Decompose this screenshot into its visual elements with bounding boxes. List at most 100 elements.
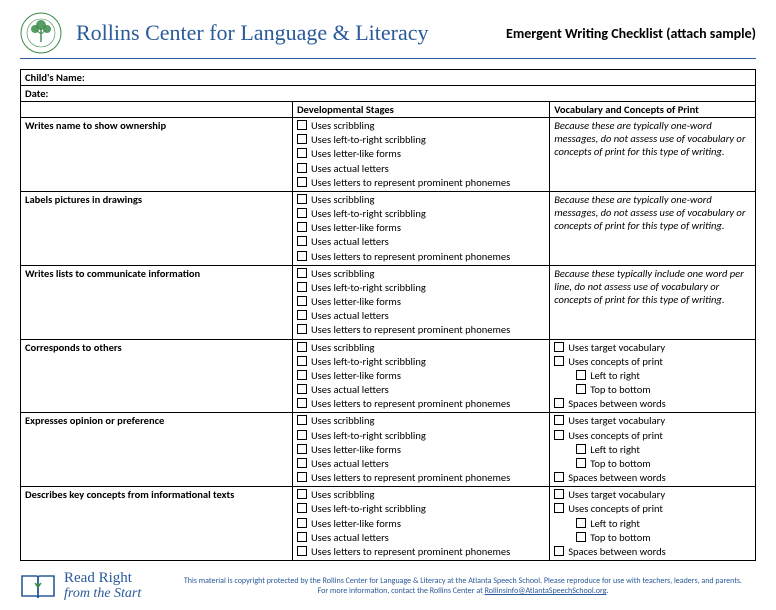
checkbox-option[interactable]: Uses letter-like forms [297, 221, 545, 235]
checkbox-option[interactable]: Top to bottom [554, 531, 751, 545]
checkbox-icon[interactable] [297, 415, 307, 425]
checkbox-icon[interactable] [554, 398, 564, 408]
checkbox-icon[interactable] [297, 120, 307, 130]
checkbox-icon[interactable] [576, 444, 586, 454]
checkbox-icon[interactable] [576, 370, 586, 380]
checkbox-option[interactable]: Left to right [554, 369, 751, 383]
checkbox-icon[interactable] [554, 415, 564, 425]
checkbox-option[interactable]: Uses letters to represent prominent phon… [297, 471, 545, 485]
checkbox-icon[interactable] [297, 208, 307, 218]
checkbox-icon[interactable] [297, 222, 307, 232]
checkbox-icon[interactable] [297, 356, 307, 366]
checkbox-option[interactable]: Uses scribbling [297, 119, 545, 133]
checkbox-icon[interactable] [554, 546, 564, 556]
checkbox-option[interactable]: Uses letter-like forms [297, 369, 545, 383]
checkbox-option[interactable]: Left to right [554, 517, 751, 531]
checkbox-option[interactable]: Uses left-to-right scribbling [297, 502, 545, 516]
checkbox-icon[interactable] [297, 472, 307, 482]
checkbox-option[interactable]: Uses actual letters [297, 162, 545, 176]
checkbox-icon[interactable] [297, 148, 307, 158]
child-name-label[interactable]: Child's Name: [21, 70, 756, 86]
checkbox-icon[interactable] [297, 134, 307, 144]
checkbox-option[interactable]: Uses actual letters [297, 531, 545, 545]
checkbox-option[interactable]: Uses left-to-right scribbling [297, 281, 545, 295]
checkbox-option[interactable]: Uses concepts of print [554, 502, 751, 516]
checkbox-option[interactable]: Uses actual letters [297, 383, 545, 397]
checkbox-option[interactable]: Uses scribbling [297, 488, 545, 502]
checkbox-icon[interactable] [297, 532, 307, 542]
checkbox-option[interactable]: Top to bottom [554, 457, 751, 471]
checkbox-icon[interactable] [297, 310, 307, 320]
checkbox-option[interactable]: Top to bottom [554, 383, 751, 397]
date-label[interactable]: Date: [21, 86, 756, 102]
checkbox-icon[interactable] [297, 398, 307, 408]
row-label: Writes name to show ownership [21, 118, 293, 192]
checkbox-option[interactable]: Left to right [554, 443, 751, 457]
checkbox-icon[interactable] [554, 430, 564, 440]
dev-stages-cell: Uses scribblingUses left-to-right scribb… [292, 191, 549, 265]
checkbox-icon[interactable] [297, 546, 307, 556]
checkbox-option[interactable]: Uses letters to represent prominent phon… [297, 397, 545, 411]
checkbox-option[interactable]: Uses letter-like forms [297, 147, 545, 161]
checkbox-icon[interactable] [297, 430, 307, 440]
footer-brand-top: Read Right [64, 571, 141, 586]
checkbox-icon[interactable] [297, 251, 307, 261]
checkbox-icon[interactable] [297, 163, 307, 173]
document-title: Emergent Writing Checklist (attach sampl… [506, 25, 756, 42]
checkbox-icon[interactable] [297, 342, 307, 352]
checkbox-option[interactable]: Uses letter-like forms [297, 517, 545, 531]
checkbox-option[interactable]: Uses letter-like forms [297, 443, 545, 457]
checkbox-icon[interactable] [554, 356, 564, 366]
checkbox-option[interactable]: Uses left-to-right scribbling [297, 429, 545, 443]
checkbox-icon[interactable] [576, 458, 586, 468]
checkbox-option[interactable]: Spaces between words [554, 471, 751, 485]
table-row: Expresses opinion or preferenceUses scri… [21, 413, 756, 487]
checkbox-icon[interactable] [576, 384, 586, 394]
checkbox-icon[interactable] [297, 324, 307, 334]
checkbox-option[interactable]: Uses target vocabulary [554, 414, 751, 428]
checkbox-option[interactable]: Uses concepts of print [554, 355, 751, 369]
checkbox-icon[interactable] [576, 518, 586, 528]
checkbox-option[interactable]: Spaces between words [554, 545, 751, 559]
checkbox-icon[interactable] [297, 296, 307, 306]
checkbox-option[interactable]: Uses letters to represent prominent phon… [297, 545, 545, 559]
checkbox-option[interactable]: Uses target vocabulary [554, 341, 751, 355]
checkbox-option[interactable]: Uses letter-like forms [297, 295, 545, 309]
checkbox-option[interactable]: Uses target vocabulary [554, 488, 751, 502]
checkbox-option[interactable]: Uses actual letters [297, 309, 545, 323]
checkbox-option[interactable]: Uses letters to represent prominent phon… [297, 250, 545, 264]
footer-email-link[interactable]: Rollinsinfo@AtlantaSpeechSchool.org [485, 586, 607, 596]
checkbox-icon[interactable] [297, 503, 307, 513]
checkbox-option[interactable]: Uses left-to-right scribbling [297, 355, 545, 369]
checkbox-icon[interactable] [554, 472, 564, 482]
book-icon [20, 572, 56, 600]
checkbox-icon[interactable] [297, 268, 307, 278]
checkbox-option[interactable]: Uses left-to-right scribbling [297, 207, 545, 221]
checkbox-icon[interactable] [576, 532, 586, 542]
dev-stages-cell: Uses scribblingUses left-to-right scribb… [292, 265, 549, 339]
checkbox-icon[interactable] [297, 282, 307, 292]
checkbox-option[interactable]: Uses concepts of print [554, 429, 751, 443]
checkbox-option[interactable]: Uses scribbling [297, 414, 545, 428]
checkbox-icon[interactable] [297, 458, 307, 468]
checkbox-icon[interactable] [297, 384, 307, 394]
checkbox-icon[interactable] [554, 342, 564, 352]
checkbox-icon[interactable] [297, 177, 307, 187]
checkbox-icon[interactable] [554, 503, 564, 513]
checkbox-icon[interactable] [297, 370, 307, 380]
checkbox-option[interactable]: Spaces between words [554, 397, 751, 411]
checkbox-option[interactable]: Uses left-to-right scribbling [297, 133, 545, 147]
checkbox-option[interactable]: Uses actual letters [297, 235, 545, 249]
checkbox-option[interactable]: Uses actual letters [297, 457, 545, 471]
checkbox-icon[interactable] [297, 489, 307, 499]
checkbox-option[interactable]: Uses scribbling [297, 267, 545, 281]
checkbox-icon[interactable] [554, 489, 564, 499]
checkbox-option[interactable]: Uses scribbling [297, 341, 545, 355]
checkbox-icon[interactable] [297, 518, 307, 528]
checkbox-option[interactable]: Uses scribbling [297, 193, 545, 207]
checkbox-icon[interactable] [297, 236, 307, 246]
checkbox-option[interactable]: Uses letters to represent prominent phon… [297, 323, 545, 337]
checkbox-icon[interactable] [297, 194, 307, 204]
checkbox-icon[interactable] [297, 444, 307, 454]
checkbox-option[interactable]: Uses letters to represent prominent phon… [297, 176, 545, 190]
